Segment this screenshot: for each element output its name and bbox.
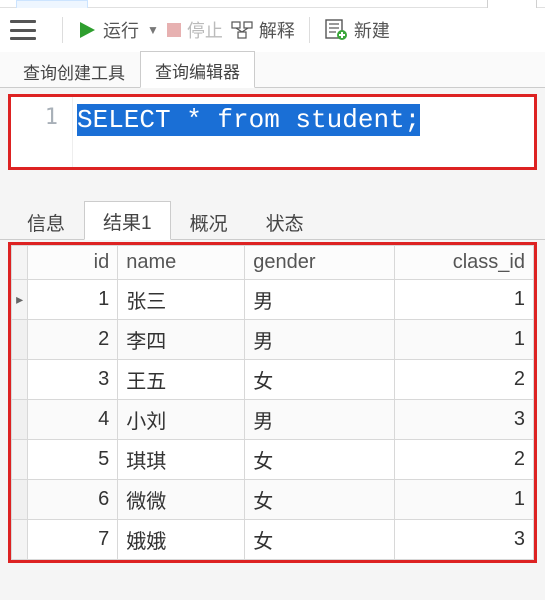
cell-gender[interactable]: 男 — [245, 400, 395, 440]
cell-name[interactable]: 王五 — [118, 360, 245, 400]
result-grid-container: id name gender class_id 1张三男12李四男13王五女24… — [8, 242, 537, 563]
table-row[interactable]: 7娥娥女3 — [12, 520, 534, 560]
row-selector-header — [12, 246, 28, 280]
line-gutter: 1 — [11, 97, 73, 167]
window-top-strip — [0, 0, 545, 8]
cell-name[interactable]: 张三 — [118, 280, 245, 320]
cell-class-id[interactable]: 3 — [395, 400, 534, 440]
explain-icon — [231, 20, 253, 40]
cell-class-id[interactable]: 2 — [395, 440, 534, 480]
cell-id[interactable]: 1 — [28, 280, 118, 320]
col-header-id[interactable]: id — [28, 246, 118, 280]
result-grid: id name gender class_id 1张三男12李四男13王五女24… — [11, 245, 534, 560]
cell-name[interactable]: 小刘 — [118, 400, 245, 440]
cell-class-id[interactable]: 1 — [395, 280, 534, 320]
tab-query-editor[interactable]: 查询编辑器 — [140, 51, 255, 88]
cell-name[interactable]: 娥娥 — [118, 520, 245, 560]
chevron-down-icon[interactable]: ▼ — [147, 23, 159, 37]
table-row[interactable]: 1张三男1 — [12, 280, 534, 320]
stop-label: 停止 — [187, 17, 223, 43]
row-selector[interactable] — [12, 400, 28, 440]
menu-icon[interactable] — [10, 20, 36, 40]
cell-id[interactable]: 2 — [28, 320, 118, 360]
table-row[interactable]: 2李四男1 — [12, 320, 534, 360]
cell-id[interactable]: 6 — [28, 480, 118, 520]
tab-info[interactable]: 信息 — [8, 202, 84, 240]
main-toolbar: 运行 ▼ 停止 解释 新建 — [0, 8, 545, 52]
cell-gender[interactable]: 女 — [245, 520, 395, 560]
cell-id[interactable]: 5 — [28, 440, 118, 480]
toolbar-separator — [62, 17, 63, 43]
result-tabs: 信息 结果1 概况 状态 — [0, 202, 545, 240]
row-selector[interactable] — [12, 440, 28, 480]
new-label: 新建 — [354, 17, 390, 43]
tab-status[interactable]: 状态 — [247, 202, 323, 240]
cell-class-id[interactable]: 2 — [395, 360, 534, 400]
row-selector[interactable] — [12, 520, 28, 560]
editor-mode-tabs: 查询创建工具 查询编辑器 — [0, 52, 545, 88]
cell-class-id[interactable]: 1 — [395, 480, 534, 520]
col-header-class-id[interactable]: class_id — [395, 246, 534, 280]
cell-id[interactable]: 3 — [28, 360, 118, 400]
cell-id[interactable]: 4 — [28, 400, 118, 440]
cell-gender[interactable]: 女 — [245, 480, 395, 520]
col-header-name[interactable]: name — [118, 246, 245, 280]
top-right-stub — [487, 0, 537, 8]
run-label: 运行 — [103, 17, 139, 43]
cell-class-id[interactable]: 3 — [395, 520, 534, 560]
cell-name[interactable]: 琪琪 — [118, 440, 245, 480]
tab-profile[interactable]: 概况 — [171, 202, 247, 240]
cell-gender[interactable]: 女 — [245, 440, 395, 480]
table-row[interactable]: 5琪琪女2 — [12, 440, 534, 480]
cell-class-id[interactable]: 1 — [395, 320, 534, 360]
new-button[interactable]: 新建 — [324, 17, 390, 43]
cell-gender[interactable]: 男 — [245, 320, 395, 360]
sql-editor: 1 SELECT * from student; — [8, 94, 537, 170]
row-selector[interactable] — [12, 280, 28, 320]
line-number: 1 — [45, 105, 58, 130]
row-selector[interactable] — [12, 320, 28, 360]
run-button[interactable]: 运行 ▼ — [77, 17, 159, 43]
col-header-gender[interactable]: gender — [245, 246, 395, 280]
tab-result1[interactable]: 结果1 — [84, 201, 171, 240]
new-query-icon — [324, 19, 348, 41]
cell-gender[interactable]: 男 — [245, 280, 395, 320]
stop-icon — [167, 23, 181, 37]
cell-id[interactable]: 7 — [28, 520, 118, 560]
row-selector[interactable] — [12, 480, 28, 520]
tab-query-builder[interactable]: 查询创建工具 — [8, 52, 140, 88]
stop-button[interactable]: 停止 — [167, 17, 223, 43]
play-icon — [77, 20, 97, 40]
table-row[interactable]: 4小刘男3 — [12, 400, 534, 440]
table-row[interactable]: 3王五女2 — [12, 360, 534, 400]
cell-gender[interactable]: 女 — [245, 360, 395, 400]
table-row[interactable]: 6微微女1 — [12, 480, 534, 520]
code-area[interactable]: SELECT * from student; — [73, 97, 534, 167]
cell-name[interactable]: 李四 — [118, 320, 245, 360]
explain-button[interactable]: 解释 — [231, 17, 295, 43]
cell-name[interactable]: 微微 — [118, 480, 245, 520]
toolbar-separator — [309, 17, 310, 43]
sql-text[interactable]: SELECT * from student; — [77, 104, 420, 136]
explain-label: 解释 — [259, 17, 295, 43]
row-selector[interactable] — [12, 360, 28, 400]
